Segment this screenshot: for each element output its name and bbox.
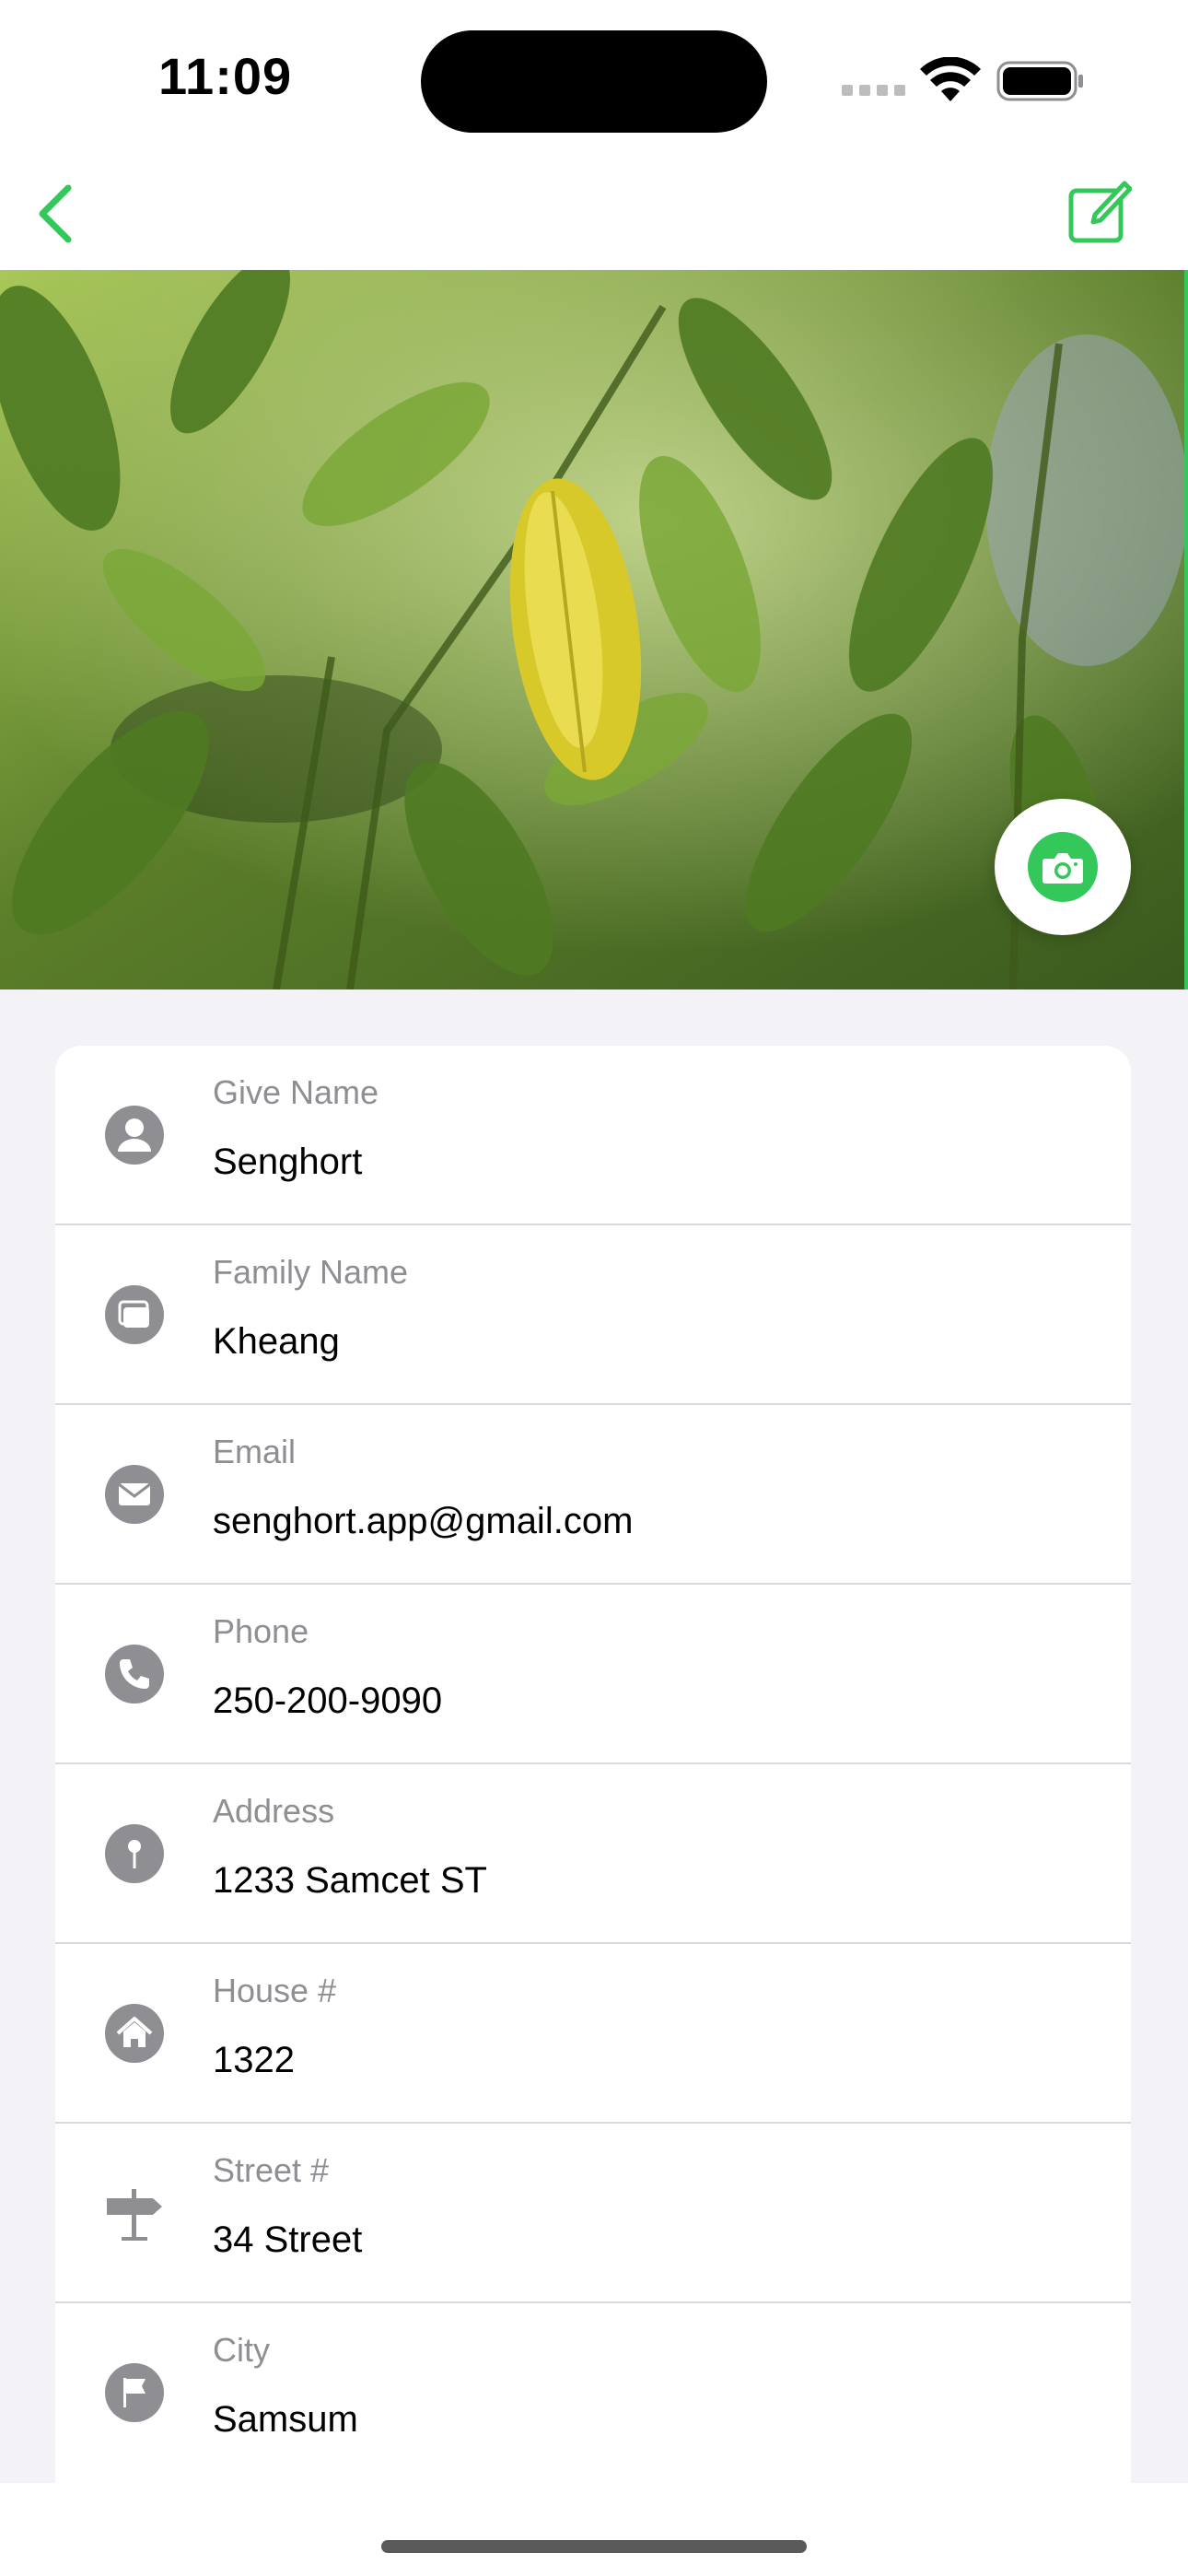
field-value: Kheang bbox=[213, 1321, 340, 1362]
field-label: Street # bbox=[213, 2151, 330, 2189]
flag-icon bbox=[105, 2363, 164, 2422]
field-row-email[interactable]: Email senghort.app@gmail.com bbox=[55, 1405, 1131, 1585]
signpost-icon bbox=[105, 2184, 164, 2242]
wifi-icon bbox=[920, 57, 981, 101]
field-row-street-number[interactable]: Street # 34 Street bbox=[55, 2124, 1131, 2303]
home-indicator-area bbox=[0, 2483, 1188, 2576]
home-indicator[interactable] bbox=[381, 2540, 807, 2553]
status-time: 11:09 bbox=[158, 47, 293, 105]
field-value: 250-200-9090 bbox=[213, 1680, 443, 1721]
camera-icon bbox=[1042, 853, 1083, 884]
navigation-bar bbox=[0, 157, 1188, 270]
back-button[interactable] bbox=[28, 180, 83, 248]
house-icon bbox=[105, 2004, 164, 2063]
envelope-icon bbox=[105, 1465, 164, 1524]
battery-icon bbox=[996, 61, 1083, 101]
change-photo-button[interactable] bbox=[995, 799, 1131, 935]
field-row-given-name[interactable]: Give Name Senghort bbox=[55, 1046, 1131, 1225]
field-value: Senghort bbox=[213, 1142, 363, 1182]
field-row-address[interactable]: Address 1233 Samcet ST bbox=[55, 1764, 1131, 1944]
rectangles-icon bbox=[105, 1285, 164, 1344]
chevron-left-icon bbox=[39, 184, 72, 243]
square-pencil-icon bbox=[1068, 181, 1132, 243]
camera-icon-badge bbox=[1028, 832, 1098, 902]
pin-icon bbox=[105, 1824, 164, 1883]
field-value: Samsum bbox=[213, 2399, 358, 2440]
status-bar: 11:09 bbox=[0, 0, 1188, 157]
phone-icon bbox=[105, 1645, 164, 1704]
field-value: 34 Street bbox=[213, 2219, 363, 2260]
field-value: 1233 Samcet ST bbox=[213, 1860, 487, 1901]
field-label: Email bbox=[213, 1433, 297, 1470]
contact-details-card: Give Name Senghort Family Name Kheang Em… bbox=[55, 1046, 1131, 2483]
field-label: City bbox=[213, 2331, 270, 2369]
field-row-city[interactable]: City Samsum bbox=[55, 2303, 1131, 2483]
field-label: House # bbox=[213, 1972, 337, 2009]
field-label: Give Name bbox=[213, 1073, 379, 1111]
field-row-family-name[interactable]: Family Name Kheang bbox=[55, 1225, 1131, 1405]
dynamic-island bbox=[421, 30, 767, 133]
field-value: 1322 bbox=[213, 2040, 295, 2080]
field-label: Address bbox=[213, 1792, 335, 1830]
field-label: Family Name bbox=[213, 1253, 409, 1291]
cellular-signal-icon bbox=[842, 85, 906, 98]
field-row-phone[interactable]: Phone 250-200-9090 bbox=[55, 1585, 1131, 1764]
edit-button[interactable] bbox=[1063, 172, 1136, 252]
field-label: Phone bbox=[213, 1612, 309, 1650]
field-value: senghort.app@gmail.com bbox=[213, 1501, 634, 1541]
field-row-house-number[interactable]: House # 1322 bbox=[55, 1944, 1131, 2124]
person-icon bbox=[105, 1106, 164, 1165]
